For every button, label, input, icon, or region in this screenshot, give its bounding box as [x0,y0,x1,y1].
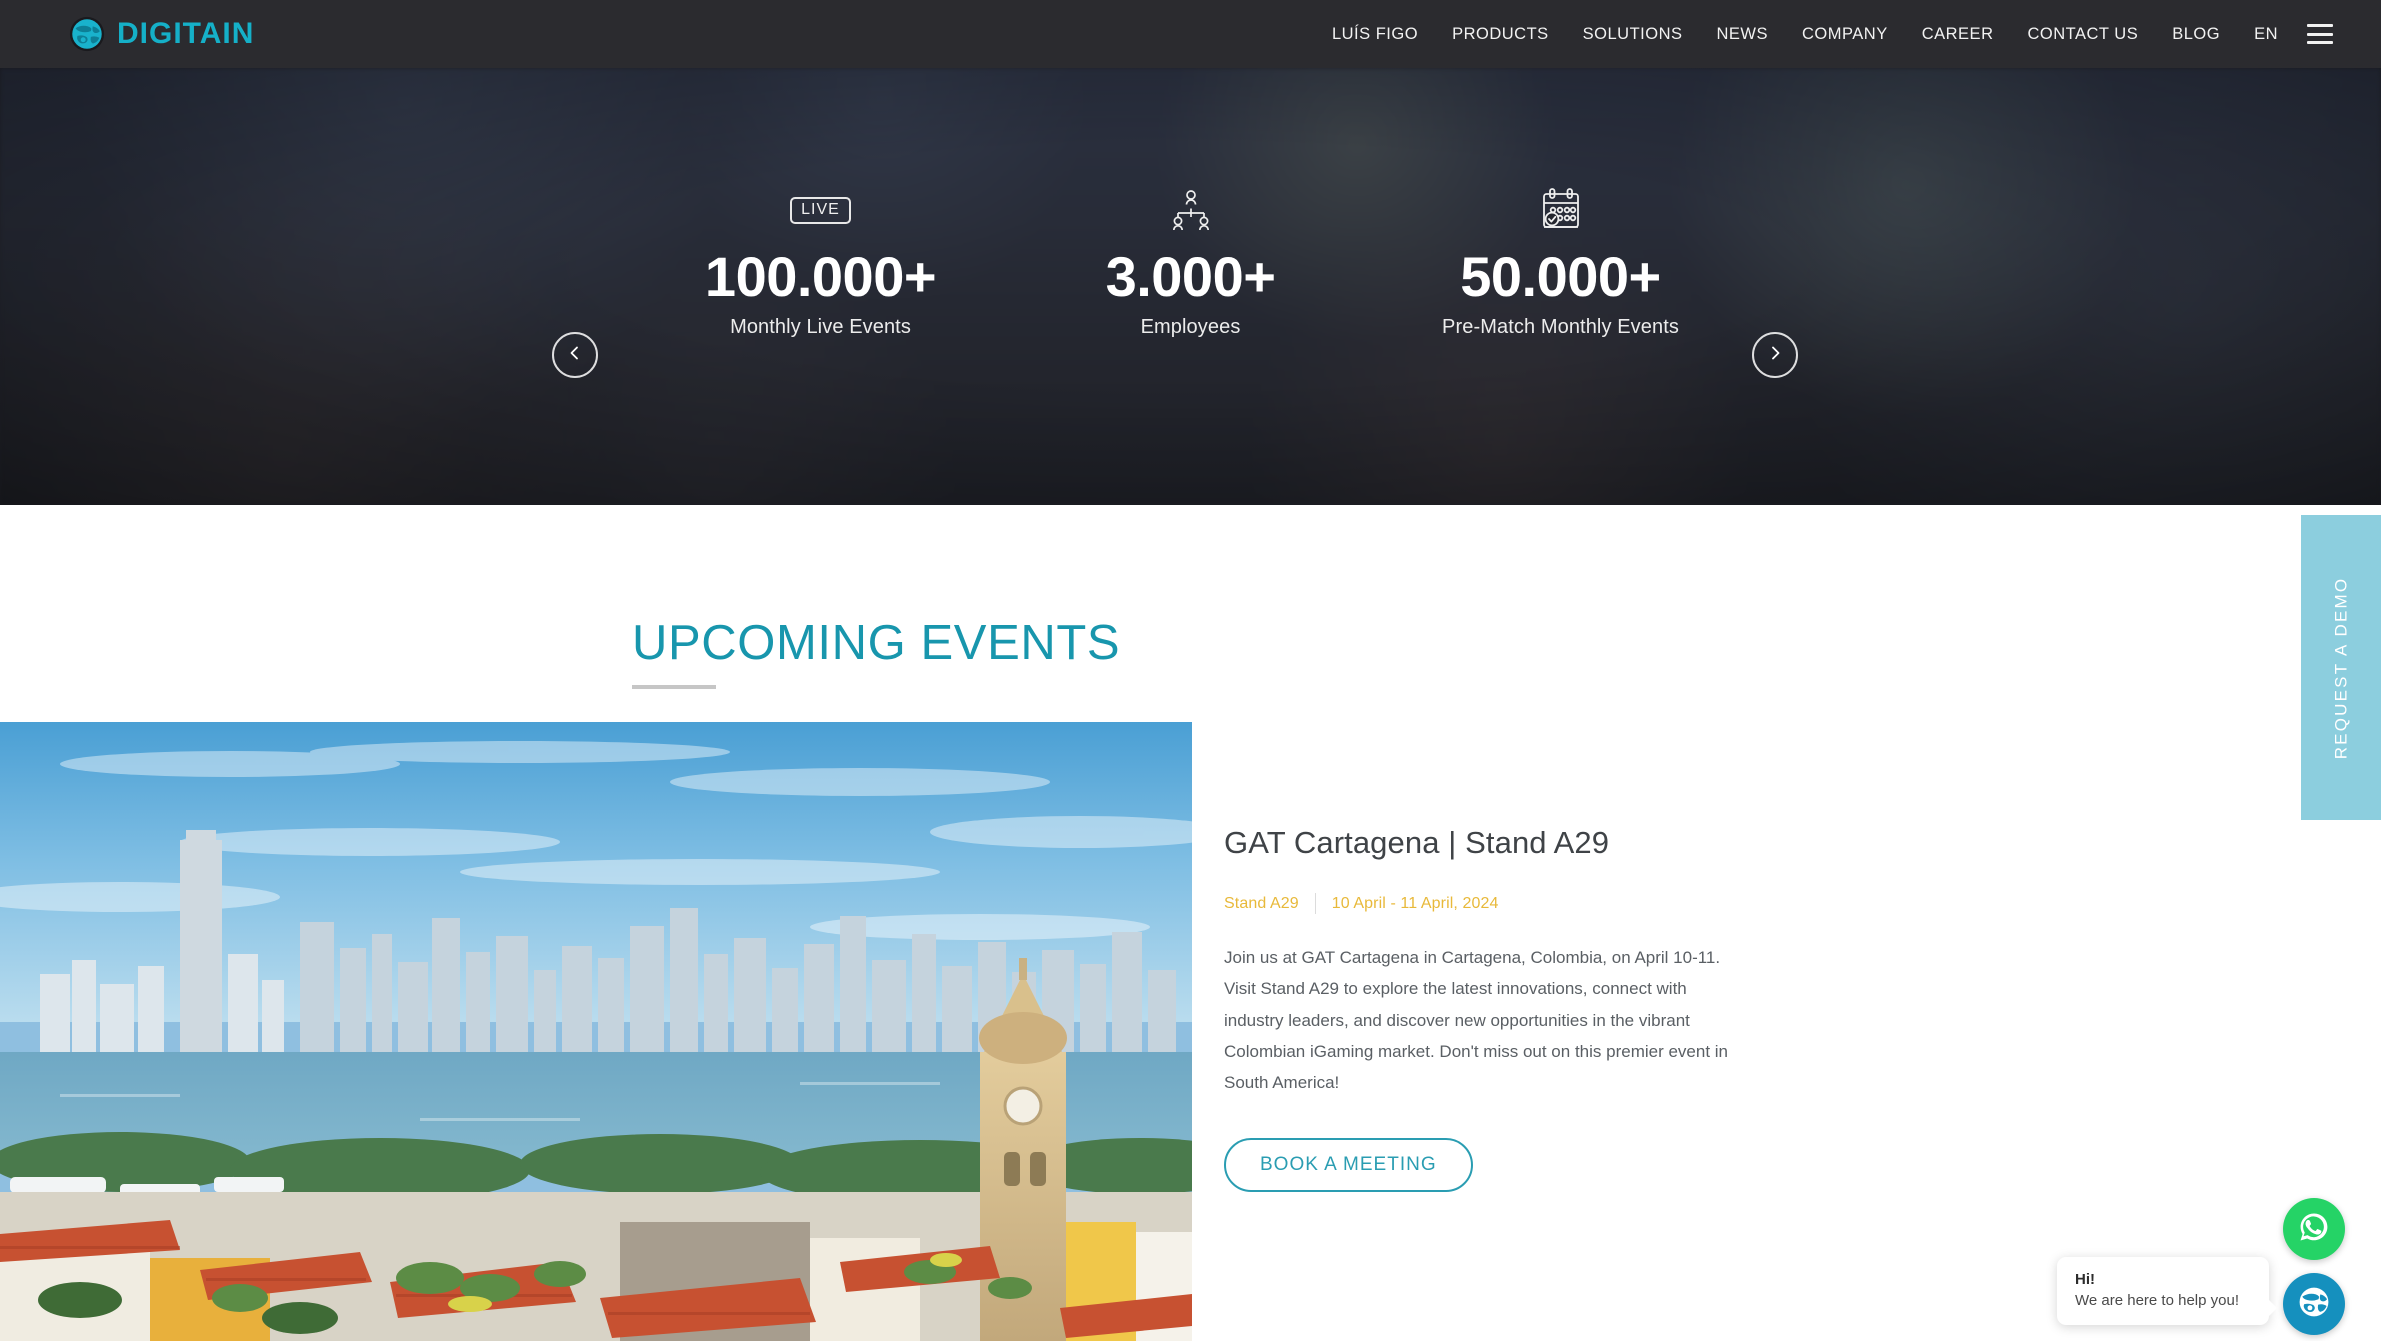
whatsapp-icon [2295,1208,2333,1251]
people-group-icon [1006,186,1376,234]
section-title: UPCOMING EVENTS [632,616,1121,670]
chevron-left-icon [567,345,583,366]
nav-item-blog[interactable]: BLOG [2155,25,2237,44]
event-description: Join us at GAT Cartagena in Cartagena, C… [1224,948,1729,1093]
stat-employees: 3.000+ Employees [1006,186,1376,339]
event-title: GAT Cartagena | Stand A29 [1224,825,1610,860]
stat-label: Pre-Match Monthly Events [1442,316,1679,339]
nav-item-products[interactable]: PRODUCTS [1435,25,1566,44]
nav-item-luis-figo[interactable]: LUÍS FIGO [1315,25,1435,44]
chat-greeting-bubble: Hi! We are here to help you! [2057,1257,2277,1325]
request-a-demo-tab[interactable]: REQUEST A DEMO [2301,515,2381,820]
event-meta: Stand A29 10 April - 11 April, 2024 [1224,893,1744,914]
event-details: GAT Cartagena | Stand A29 Stand A29 10 A… [1224,825,1744,1193]
logo[interactable]: DIGITAIN [68,15,254,53]
chat-widget-button[interactable] [2283,1273,2345,1335]
live-badge-icon: LIVE [636,186,1006,234]
hero-banner: LIVE 100.000+ Monthly Live Events 3.000+… [0,68,2381,505]
main-navigation: LUÍS FIGO PRODUCTS SOLUTIONS NEWS COMPAN… [1315,24,2333,44]
event-image [0,722,1192,1341]
stat-monthly-live-events: LIVE 100.000+ Monthly Live Events [636,186,1006,339]
nav-item-solutions[interactable]: SOLUTIONS [1566,25,1700,44]
hero-statistics: LIVE 100.000+ Monthly Live Events 3.000+… [0,186,2381,339]
stat-value: 50.000+ [1460,245,1661,308]
stat-value: 3.000+ [1105,245,1276,308]
language-selector[interactable]: EN [2237,25,2293,44]
stat-value: 100.000+ [704,245,937,308]
chat-greeting-title: Hi! [2075,1271,2095,1288]
nav-item-news[interactable]: NEWS [1700,25,1786,44]
section-title-underline [632,685,716,689]
nav-item-contact-us[interactable]: CONTACT US [2010,25,2155,44]
chat-greeting-text: We are here to help you! [2075,1292,2239,1309]
stat-prematch-monthly-events: 50.000+ Pre-Match Monthly Events [1376,186,1746,339]
request-a-demo-label: REQUEST A DEMO [2331,576,2350,759]
calendar-check-icon [1376,186,1746,234]
nav-item-career[interactable]: CAREER [1905,25,2011,44]
whatsapp-button[interactable] [2283,1198,2345,1260]
event-dates: 10 April - 11 April, 2024 [1331,894,1499,912]
globe-icon [68,15,106,53]
live-badge-label: LIVE [790,196,851,224]
site-header: DIGITAIN LUÍS FIGO PRODUCTS SOLUTIONS NE… [0,0,2381,68]
stat-label: Employees [1140,316,1241,339]
digitain-globe-chat-icon [2296,1284,2332,1325]
book-a-meeting-button[interactable]: BOOK A MEETING [1224,1138,1473,1193]
logo-text: DIGITAIN [117,17,255,50]
event-stand: Stand A29 [1224,894,1299,912]
upcoming-events-section: UPCOMING EVENTS GAT Cartagena | Stand A2… [0,505,2381,1341]
chevron-right-icon [1767,345,1783,366]
stat-label: Monthly Live Events [730,316,911,339]
nav-item-company[interactable]: COMPANY [1785,25,1905,44]
hamburger-menu-icon[interactable] [2307,24,2333,44]
meta-divider [1314,893,1316,914]
